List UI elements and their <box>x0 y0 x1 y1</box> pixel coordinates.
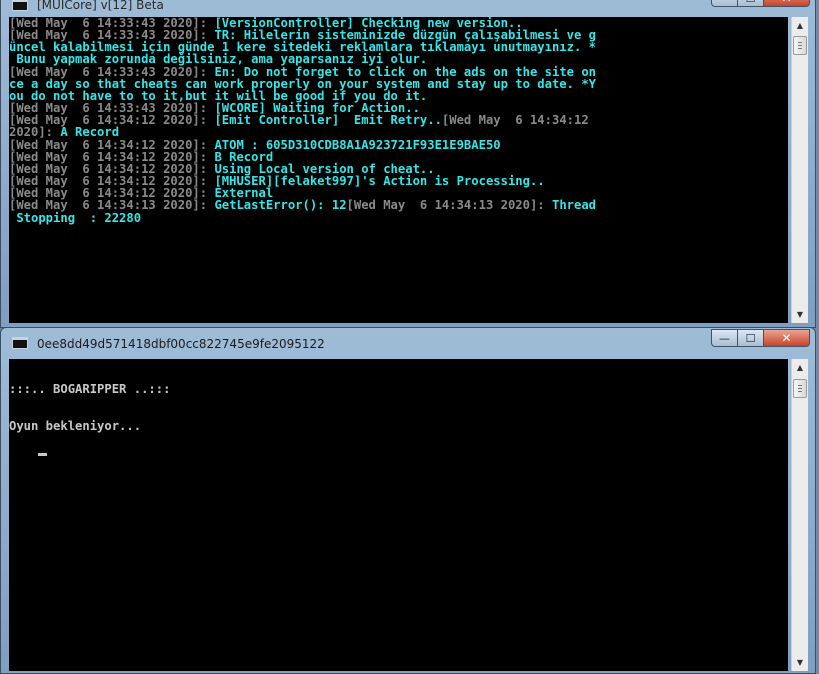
main-scrollbar[interactable]: ▲ ▼ <box>791 17 808 323</box>
secondary-titlebar[interactable]: 0ee8dd49d571418dbf00cc822745e9fe2095122 … <box>1 328 815 358</box>
secondary-window-title: 0ee8dd49d571418dbf00cc822745e9fe2095122 <box>37 337 325 351</box>
log-timestamp: [Wed May 6 14:34:13 2020]: <box>346 198 552 213</box>
secondary-console-window: 0ee8dd49d571418dbf00cc822745e9fe2095122 … <box>0 327 816 674</box>
log-line: [Wed May 6 14:34:12 2020]: [Emit Control… <box>9 114 788 126</box>
minimize-icon: — <box>719 331 730 345</box>
log-timestamp: [Wed May 6 14:34:12 <box>441 113 589 128</box>
minimize-button[interactable]: — <box>711 0 738 7</box>
maximize-icon: ☐ <box>745 331 756 345</box>
minimize-button[interactable]: — <box>711 329 738 347</box>
log-message: Thread <box>551 198 597 213</box>
scroll-down-button[interactable]: ▼ <box>792 306 808 323</box>
maximize-button[interactable]: ☐ <box>738 0 764 7</box>
main-console-window: [MUICore] v[12] Beta — ☐ ✕ [Wed May 6 14… <box>0 0 816 328</box>
secondary-scrollbar[interactable]: ▲ ▼ <box>791 359 808 671</box>
close-button[interactable]: ✕ <box>764 0 810 7</box>
main-console-output[interactable]: [Wed May 6 14:33:43 2020]: [VersionContr… <box>9 17 788 323</box>
maximize-button[interactable]: ☐ <box>738 329 764 347</box>
scroll-down-icon: ▼ <box>796 658 804 667</box>
scroll-down-icon: ▼ <box>796 310 804 319</box>
scroll-thumb[interactable] <box>793 379 807 398</box>
log-message: Stopping : 22280 <box>9 210 142 225</box>
close-icon: ✕ <box>781 0 791 4</box>
text-cursor <box>38 453 48 457</box>
log-message: GetLastError(): 12 <box>214 198 347 213</box>
secondary-console-output[interactable]: :::.. BOGARIPPER ..::: Oyun bekleniyor..… <box>9 359 788 671</box>
close-icon: ✕ <box>781 331 792 345</box>
minimize-icon: — <box>719 0 730 4</box>
scroll-thumb[interactable] <box>793 36 807 55</box>
scroll-up-button[interactable]: ▲ <box>792 359 808 376</box>
scroll-down-button[interactable]: ▼ <box>792 654 808 671</box>
scroll-up-icon: ▲ <box>796 363 804 372</box>
main-window-title: [MUICore] v[12] Beta <box>37 0 164 12</box>
console-window-icon <box>12 0 28 11</box>
scroll-up-icon: ▲ <box>796 21 804 30</box>
log-message: [Emit Controller] Emit Retry.. <box>214 113 442 128</box>
close-button[interactable]: ✕ <box>764 329 810 347</box>
main-window-controls: — ☐ ✕ <box>711 0 810 7</box>
log-line: Stopping : 22280 <box>9 210 788 225</box>
console-line-status: Oyun bekleniyor... <box>9 418 142 433</box>
console-window-icon <box>12 337 28 349</box>
scroll-up-button[interactable]: ▲ <box>792 17 808 34</box>
secondary-window-controls: — ☐ ✕ <box>711 329 810 347</box>
console-line-banner: :::.. BOGARIPPER ..::: <box>9 382 171 397</box>
maximize-icon: ☐ <box>746 0 756 4</box>
main-titlebar[interactable]: [MUICore] v[12] Beta — ☐ ✕ <box>1 0 815 13</box>
